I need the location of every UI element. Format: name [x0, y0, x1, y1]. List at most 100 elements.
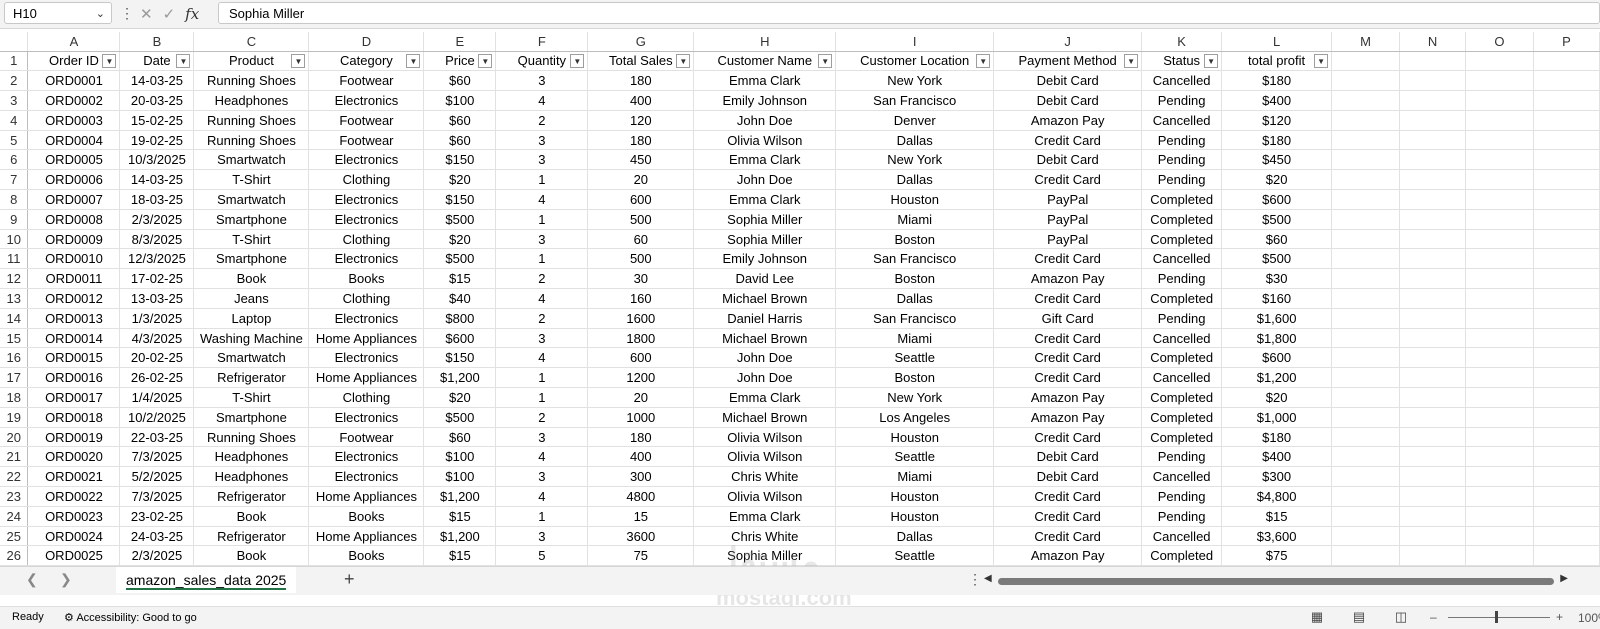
- empty-cell[interactable]: [1399, 308, 1466, 329]
- empty-cell[interactable]: [1533, 328, 1600, 349]
- cell[interactable]: Michael Brown: [693, 328, 837, 349]
- cell[interactable]: Home Appliances: [308, 486, 425, 507]
- cell[interactable]: $1,800: [1221, 328, 1333, 349]
- row-number[interactable]: 2: [0, 70, 29, 92]
- row-number[interactable]: 13: [0, 288, 29, 309]
- cell[interactable]: Completed: [1141, 387, 1223, 408]
- cell[interactable]: Home Appliances: [308, 328, 425, 349]
- cell[interactable]: Seattle: [835, 545, 995, 567]
- column-header-b[interactable]: B: [119, 32, 195, 52]
- column-header-p[interactable]: P: [1533, 32, 1600, 52]
- empty-cell[interactable]: [1533, 367, 1600, 389]
- cell[interactable]: Olivia Wilson: [693, 486, 837, 507]
- row-number[interactable]: 21: [0, 446, 29, 468]
- zoom-slider-knob[interactable]: [1495, 611, 1498, 623]
- cell[interactable]: Running Shoes: [193, 110, 310, 131]
- cell[interactable]: Electronics: [308, 189, 425, 210]
- cell[interactable]: $120: [1221, 110, 1333, 131]
- cell[interactable]: 4: [495, 486, 589, 507]
- cell[interactable]: ORD0001: [27, 70, 121, 92]
- empty-cell[interactable]: [1465, 229, 1534, 250]
- page-break-icon[interactable]: ◫: [1392, 609, 1410, 625]
- cell[interactable]: Pending: [1141, 149, 1223, 171]
- empty-cell[interactable]: [1533, 545, 1600, 567]
- cell[interactable]: Book: [193, 506, 310, 527]
- empty-cell[interactable]: [1331, 486, 1401, 507]
- header-cell[interactable]: Price ▼: [423, 51, 497, 72]
- cell[interactable]: 15-02-25: [119, 110, 195, 131]
- cell[interactable]: 7/3/2025: [119, 486, 195, 507]
- cell[interactable]: Headphones: [193, 446, 310, 468]
- column-header-c[interactable]: C: [193, 32, 310, 52]
- cell[interactable]: Credit Card: [993, 248, 1143, 270]
- cell[interactable]: Pending: [1141, 446, 1223, 468]
- cell[interactable]: ORD0006: [27, 169, 121, 191]
- empty-cell[interactable]: [1331, 149, 1401, 171]
- cell[interactable]: ORD0008: [27, 209, 121, 230]
- header-cell[interactable]: Customer Name ▼: [693, 51, 837, 72]
- cell[interactable]: 20-03-25: [119, 90, 195, 111]
- cell[interactable]: Refrigerator: [193, 526, 310, 547]
- cell[interactable]: Electronics: [308, 466, 425, 488]
- cell[interactable]: Refrigerator: [193, 367, 310, 389]
- cell[interactable]: ORD0022: [27, 486, 121, 507]
- cell[interactable]: 2: [495, 308, 589, 329]
- cell[interactable]: $500: [423, 209, 497, 230]
- cell[interactable]: Smartwatch: [193, 149, 310, 171]
- header-cell[interactable]: Customer Location ▼: [835, 51, 995, 72]
- column-header-o[interactable]: O: [1465, 32, 1534, 52]
- cell[interactable]: $60: [1221, 229, 1333, 250]
- cell[interactable]: 1/4/2025: [119, 387, 195, 408]
- cell[interactable]: $75: [1221, 545, 1333, 567]
- empty-cell[interactable]: [1465, 427, 1534, 448]
- cell[interactable]: 120: [587, 110, 695, 131]
- cell[interactable]: John Doe: [693, 110, 837, 131]
- cell[interactable]: $60: [423, 110, 497, 131]
- more-vert-icon[interactable]: ⋮: [120, 4, 134, 22]
- cell[interactable]: Cancelled: [1141, 466, 1223, 488]
- scroll-right-icon[interactable]: ▶: [1560, 573, 1568, 584]
- cell[interactable]: 3: [495, 328, 589, 349]
- more-vert-icon[interactable]: ⋮: [968, 571, 982, 588]
- cell[interactable]: Credit Card: [993, 486, 1143, 507]
- empty-cell[interactable]: [1533, 70, 1600, 92]
- empty-cell[interactable]: [1399, 526, 1466, 547]
- cell[interactable]: 2/3/2025: [119, 209, 195, 230]
- zoom-slider[interactable]: [1448, 617, 1550, 618]
- empty-cell[interactable]: [1399, 446, 1466, 468]
- cell[interactable]: ORD0012: [27, 288, 121, 309]
- cell[interactable]: Clothing: [308, 288, 425, 309]
- cell[interactable]: Houston: [835, 506, 995, 527]
- empty-cell[interactable]: [1465, 130, 1534, 151]
- empty-cell[interactable]: [1399, 387, 1466, 408]
- filter-dropdown-icon[interactable]: ▼: [1204, 53, 1219, 68]
- cell[interactable]: Electronics: [308, 347, 425, 369]
- row-number[interactable]: 20: [0, 427, 29, 448]
- filter-dropdown-icon[interactable]: ▼: [1124, 53, 1139, 68]
- cell[interactable]: Amazon Pay: [993, 545, 1143, 567]
- cell[interactable]: 1/3/2025: [119, 308, 195, 329]
- empty-cell[interactable]: [1331, 328, 1401, 349]
- cell[interactable]: ORD0011: [27, 268, 121, 290]
- header-cell[interactable]: Status ▼: [1141, 51, 1223, 72]
- cell[interactable]: 600: [587, 189, 695, 210]
- header-cell[interactable]: Total Sales ▼: [587, 51, 695, 72]
- cell[interactable]: Emily Johnson: [693, 90, 837, 111]
- column-header-m[interactable]: M: [1331, 32, 1401, 52]
- cell[interactable]: 400: [587, 90, 695, 111]
- cell[interactable]: 10/3/2025: [119, 149, 195, 171]
- cell[interactable]: $4,800: [1221, 486, 1333, 507]
- empty-cell[interactable]: [1533, 110, 1600, 131]
- empty-cell[interactable]: [1465, 110, 1534, 131]
- cell[interactable]: Seattle: [835, 446, 995, 468]
- scrollbar-thumb[interactable]: [998, 578, 1554, 585]
- empty-cell[interactable]: [1399, 407, 1466, 428]
- formula-input[interactable]: Sophia Miller: [218, 2, 1600, 24]
- empty-cell[interactable]: [1533, 486, 1600, 507]
- cell[interactable]: Dallas: [835, 526, 995, 547]
- cell[interactable]: ORD0025: [27, 545, 121, 567]
- cell[interactable]: PayPal: [993, 209, 1143, 230]
- cell[interactable]: Houston: [835, 486, 995, 507]
- header-cell[interactable]: Date ▼: [119, 51, 195, 72]
- cell[interactable]: Smartphone: [193, 248, 310, 270]
